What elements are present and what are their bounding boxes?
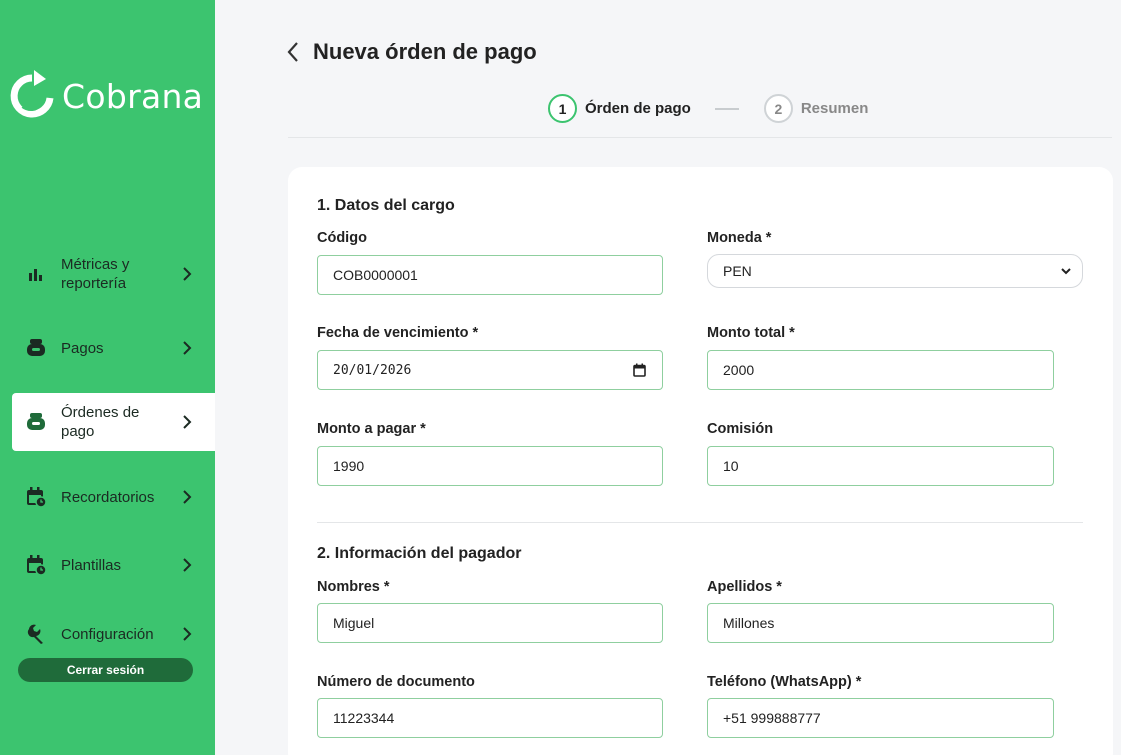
step-connector <box>714 107 739 110</box>
fecha-input[interactable]: 20/01/2026 <box>317 350 663 390</box>
section-divider <box>317 522 1083 523</box>
comision-input[interactable]: 10 <box>707 446 1054 486</box>
wrench-icon <box>25 623 47 645</box>
cobrana-logo-icon <box>10 70 54 118</box>
section-title-datos-cargo: 1. Datos del cargo <box>317 197 455 214</box>
documento-label: Número de documento <box>317 674 475 690</box>
calendar-icon[interactable] <box>633 363 646 377</box>
calendar-clock-icon <box>25 554 47 576</box>
moneda-value: PEN <box>723 263 752 279</box>
comision-label: Comisión <box>707 421 774 437</box>
chevron-right-icon <box>183 415 192 429</box>
calendar-clock-icon <box>25 486 47 508</box>
moneda-select[interactable]: PEN <box>707 254 1083 288</box>
nombres-input[interactable]: Miguel <box>317 603 663 643</box>
apellidos-input[interactable]: Millones <box>707 603 1054 643</box>
sidebar-item-pagos[interactable]: Pagos <box>12 329 215 367</box>
bar-chart-icon <box>25 263 47 285</box>
sidebar-item-label: Configuración <box>61 625 154 643</box>
chevron-right-icon <box>183 558 192 572</box>
documento-input[interactable]: 11223344 <box>317 698 663 738</box>
moneda-label: Moneda * <box>707 230 772 246</box>
step-1-label: Órden de pago <box>585 100 691 117</box>
chevron-down-icon <box>1061 268 1071 275</box>
form-card: 1. Datos del cargo Código COB0000001 Mon… <box>288 167 1113 755</box>
codigo-input[interactable]: COB0000001 <box>317 255 663 295</box>
nombres-label: Nombres * <box>317 579 390 595</box>
sidebar-item-label: Recordatorios <box>61 488 155 506</box>
step-2-label: Resumen <box>800 100 869 117</box>
header-divider <box>288 137 1112 138</box>
stepper: 1 Órden de pago 2 Resumen <box>548 94 868 123</box>
monto-total-label: Monto total * <box>707 325 795 341</box>
monto-pagar-label: Monto a pagar * <box>317 421 426 437</box>
telefono-label: Teléfono (WhatsApp) * <box>707 674 862 690</box>
chevron-right-icon <box>183 341 192 355</box>
sidebar-item-label: Plantillas <box>61 556 122 574</box>
step-2-circle: 2 <box>763 94 793 123</box>
sidebar-item-label: Métricas y reportería <box>61 256 130 292</box>
sidebar: Cobrana Métricas y reportería Pagos Órde… <box>0 0 215 755</box>
chevron-right-icon <box>183 627 192 641</box>
wallet-icon <box>25 337 47 359</box>
monto-pagar-input[interactable]: 1990 <box>317 446 663 486</box>
sidebar-item-ordenes[interactable]: Órdenes de pago <box>12 393 215 451</box>
brand-logo: Cobrana <box>10 70 203 122</box>
chevron-right-icon <box>183 267 192 281</box>
chevron-right-icon <box>183 490 192 504</box>
sidebar-item-configuracion[interactable]: Configuración <box>12 615 215 653</box>
sidebar-item-label: Pagos <box>61 339 104 357</box>
sidebar-item-plantillas[interactable]: Plantillas <box>12 546 215 584</box>
sidebar-item-recordatorios[interactable]: Recordatorios <box>12 478 215 516</box>
codigo-label: Código <box>317 230 367 246</box>
step-1-circle: 1 <box>548 94 577 123</box>
section-title-pagador: 2. Información del pagador <box>317 545 522 562</box>
monto-total-input[interactable]: 2000 <box>707 350 1054 390</box>
fecha-label: Fecha de vencimiento * <box>317 325 479 341</box>
brand-name: Cobrana <box>62 76 204 116</box>
back-arrow-icon[interactable] <box>286 41 300 63</box>
page-title: Nueva órden de pago <box>313 39 537 64</box>
logout-button[interactable]: Cerrar sesión <box>18 658 193 682</box>
telefono-input[interactable]: +51 999888777 <box>707 698 1054 738</box>
sidebar-item-metricas[interactable]: Métricas y reportería <box>12 252 215 296</box>
sidebar-item-label: Órdenes de pago <box>61 404 140 440</box>
wallet-icon <box>25 411 47 433</box>
fecha-value: 20/01/2026 <box>333 362 412 378</box>
apellidos-label: Apellidos * <box>707 579 782 595</box>
